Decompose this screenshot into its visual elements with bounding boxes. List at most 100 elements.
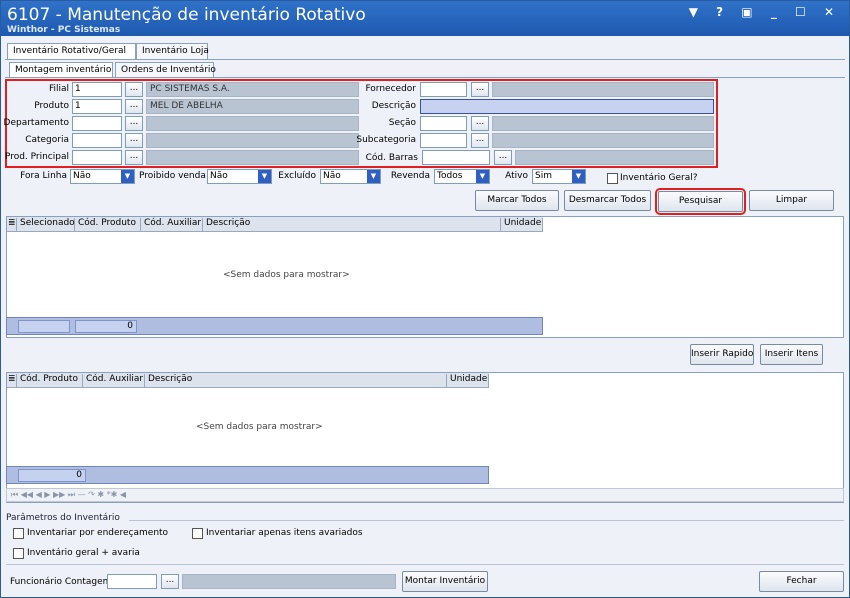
parametros-group-label: Parâmetros do Inventário: [6, 513, 120, 523]
ativo-label: Ativo: [505, 171, 528, 181]
tab-montagem-inventario[interactable]: Montagem inventário: [9, 62, 113, 78]
funcionario-lookup-button[interactable]: ...: [161, 574, 179, 589]
funcionario-label: Funcionário Contagem: [10, 577, 112, 587]
categoria-lookup-button[interactable]: ...: [125, 133, 143, 148]
window-subtitle: Winthor - PC Sistemas: [7, 25, 121, 35]
prod-principal-label: Prod. Principal: [4, 152, 69, 162]
pesquisar-button[interactable]: Pesquisar: [655, 188, 746, 215]
window-controls[interactable]: ▼ ? ▣ _ ☐ ✕: [689, 5, 841, 19]
funcionario-input[interactable]: [107, 574, 157, 589]
col-selecionado[interactable]: Selecionado: [17, 218, 75, 231]
departamento-label: Departamento: [3, 118, 69, 128]
filial-description: PC SISTEMAS S.A.: [146, 82, 359, 97]
revenda-select[interactable]: Todos ▼: [434, 169, 490, 184]
apenas-avariados-checkbox[interactable]: [192, 528, 203, 539]
descricao-label: Descrição: [371, 101, 416, 111]
secao-input[interactable]: [420, 116, 467, 131]
col-descricao[interactable]: Descrição: [145, 374, 447, 387]
produto-description: MEL DE ABELHA: [146, 99, 359, 114]
prod-principal-input[interactable]: [72, 150, 122, 165]
fechar-button[interactable]: Fechar: [759, 571, 844, 592]
col-unidade[interactable]: Unidade: [447, 374, 489, 387]
subcategoria-label: Subcategoria: [356, 135, 416, 145]
fornecedor-input[interactable]: [420, 82, 467, 97]
fora-linha-label: Fora Linha: [20, 171, 67, 181]
montar-inventario-button[interactable]: Montar Inventário: [402, 571, 488, 592]
inventory-grid-footer: 0: [6, 466, 489, 484]
subtab-divider: [5, 77, 845, 78]
ativo-select[interactable]: Sim ▼: [532, 169, 586, 184]
fornecedor-lookup-button[interactable]: ...: [471, 82, 489, 97]
column-chooser-icon[interactable]: ≣: [7, 218, 17, 231]
secao-lookup-button[interactable]: ...: [471, 116, 489, 131]
departamento-input[interactable]: [72, 116, 122, 131]
chevron-down-icon: ▼: [121, 170, 134, 183]
filial-label: Filial: [48, 84, 69, 94]
subcategoria-description: [492, 133, 714, 148]
products-grid-header: ≣ Selecionado Cód. Produto Cód. Auxiliar…: [7, 217, 543, 232]
marcar-todos-button[interactable]: Marcar Todos: [475, 190, 559, 211]
tab-inventario-rotativo[interactable]: Inventário Rotativo/Geral: [7, 43, 136, 59]
inventario-geral-checkbox[interactable]: [607, 173, 618, 184]
geral-avaria-checkbox[interactable]: [13, 548, 24, 559]
products-grid-footer: 0: [6, 317, 543, 335]
inserir-rapido-button[interactable]: Inserir Rapido: [690, 344, 754, 365]
title-bar: 6107 - Manutenção de inventário Rotativo…: [1, 1, 849, 36]
proibido-venda-label: Proibido venda: [139, 171, 206, 181]
por-endereco-checkbox[interactable]: [13, 528, 24, 539]
col-cod-produto[interactable]: Cód. Produto: [17, 374, 83, 387]
tab-ordens-inventario[interactable]: Ordens de Inventário: [115, 62, 216, 78]
chevron-down-icon: ▼: [258, 170, 271, 183]
window-title: 6107 - Manutenção de inventário Rotativo: [7, 5, 366, 25]
prod-principal-lookup-button[interactable]: ...: [125, 150, 143, 165]
cod-barras-lookup-button[interactable]: ...: [494, 150, 512, 165]
column-chooser-icon[interactable]: ≣: [7, 374, 17, 387]
excluido-select[interactable]: Não ▼: [320, 169, 381, 184]
chevron-down-icon: ▼: [367, 170, 380, 183]
departamento-lookup-button[interactable]: ...: [125, 116, 143, 131]
funcionario-description: [182, 574, 396, 589]
col-cod-produto[interactable]: Cód. Produto: [75, 218, 141, 231]
prod-principal-description: [146, 150, 359, 165]
produto-input[interactable]: 1: [72, 99, 122, 114]
cod-barras-label: Cód. Barras: [365, 153, 418, 163]
categoria-input[interactable]: [72, 133, 122, 148]
footer-cell: [18, 320, 70, 333]
por-endereco-label: Inventariar por endereçamento: [27, 528, 169, 538]
grid-navigator[interactable]: ⏮ ◀◀ ◀ ▶ ▶▶ ⏭ — ↷ ✱ *✱ ◀: [6, 488, 844, 502]
grid-empty-message: <Sem dados para mostrar>: [196, 422, 323, 432]
descricao-input[interactable]: [420, 99, 714, 114]
inventory-grid-header: ≣ Cód. Produto Cód. Auxiliar Descrição U…: [7, 373, 489, 388]
produto-lookup-button[interactable]: ...: [125, 99, 143, 114]
desmarcar-todos-button[interactable]: Desmarcar Todos: [564, 190, 651, 211]
categoria-description: [146, 133, 359, 148]
fornecedor-description: [492, 82, 714, 97]
limpar-button[interactable]: Limpar: [749, 190, 834, 211]
filial-lookup-button[interactable]: ...: [125, 82, 143, 97]
inserir-itens-button[interactable]: Inserir Itens: [760, 344, 823, 365]
fora-linha-select[interactable]: Não ▼: [70, 169, 135, 184]
cod-barras-input[interactable]: [422, 150, 490, 165]
footer-count: 0: [18, 469, 86, 482]
ativo-value: Sim: [535, 171, 552, 181]
col-cod-auxiliar[interactable]: Cód. Auxiliar: [83, 374, 145, 387]
col-descricao[interactable]: Descrição: [203, 218, 501, 231]
col-unidade[interactable]: Unidade: [501, 218, 543, 231]
main-window: 6107 - Manutenção de inventário Rotativo…: [0, 0, 850, 598]
fornecedor-label: Fornecedor: [365, 84, 416, 94]
excluido-value: Não: [323, 171, 341, 181]
revenda-value: Todos: [437, 171, 463, 181]
filial-input[interactable]: 1: [72, 82, 122, 97]
cod-barras-description: [515, 150, 714, 165]
secao-label: Seção: [388, 118, 416, 128]
tab-inventario-loja[interactable]: Inventário Loja: [136, 43, 209, 59]
proibido-venda-value: Não: [210, 171, 228, 181]
secao-description: [492, 116, 714, 131]
departamento-description: [146, 116, 359, 131]
chevron-down-icon: ▼: [572, 170, 585, 183]
subcategoria-input[interactable]: [420, 133, 467, 148]
subcategoria-lookup-button[interactable]: ...: [471, 133, 489, 148]
col-cod-auxiliar[interactable]: Cód. Auxiliar: [141, 218, 203, 231]
proibido-venda-select[interactable]: Não ▼: [207, 169, 272, 184]
chevron-down-icon: ▼: [476, 170, 489, 183]
